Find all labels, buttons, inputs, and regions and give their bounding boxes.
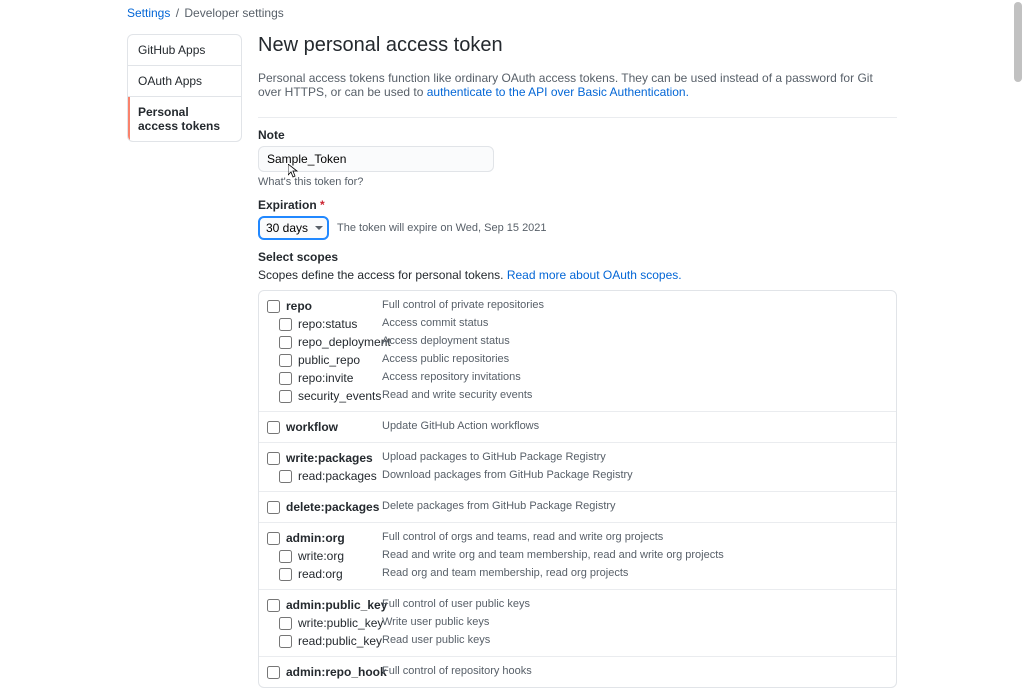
sidebar-item-github-apps[interactable]: GitHub Apps (128, 35, 241, 66)
scope-name: read:org (298, 567, 382, 581)
scope-desc: Full control of private repositories (382, 299, 544, 311)
note-label: Note (258, 128, 897, 142)
scope-checkbox[interactable] (279, 372, 292, 385)
scope-desc: Full control of user public keys (382, 598, 530, 610)
scope-name: repo:invite (298, 371, 382, 385)
scope-desc: Read org and team membership, read org p… (382, 567, 628, 579)
scope-checkbox[interactable] (279, 318, 292, 331)
scope-checkbox[interactable] (267, 300, 280, 313)
scope-checkbox[interactable] (279, 354, 292, 367)
scope-name: repo (286, 299, 382, 313)
breadcrumb-separator: / (176, 6, 179, 20)
scope-name: workflow (286, 420, 382, 434)
intro-text: Personal access tokens function like ord… (258, 71, 897, 99)
scrollbar-thumb[interactable] (1014, 2, 1022, 82)
scope-name: delete:packages (286, 500, 382, 514)
scope-checkbox[interactable] (267, 501, 280, 514)
scope-desc: Write user public keys (382, 616, 489, 628)
scope-checkbox[interactable] (267, 666, 280, 679)
note-input[interactable] (258, 146, 494, 172)
page-title: New personal access token (258, 34, 897, 57)
scope-name: repo_deployment (298, 335, 382, 349)
scope-desc: Full control of orgs and teams, read and… (382, 531, 663, 543)
scope-name: admin:org (286, 531, 382, 545)
breadcrumb-settings-link[interactable]: Settings (127, 6, 170, 20)
scope-checkbox[interactable] (267, 532, 280, 545)
scope-checkbox[interactable] (279, 568, 292, 581)
sidebar-item-oauth-apps[interactable]: OAuth Apps (128, 66, 241, 97)
scopes-list: repoFull control of private repositories… (258, 290, 897, 688)
scope-checkbox[interactable] (279, 470, 292, 483)
scope-checkbox[interactable] (279, 617, 292, 630)
scopes-heading: Select scopes (258, 250, 897, 264)
scope-checkbox[interactable] (267, 599, 280, 612)
expiration-select[interactable]: 30 days (258, 216, 329, 240)
scope-checkbox[interactable] (267, 452, 280, 465)
required-asterisk: * (320, 198, 325, 212)
scope-name: security_events (298, 389, 382, 403)
scope-desc: Read and write org and team membership, … (382, 549, 724, 561)
scope-name: admin:public_key (286, 598, 382, 612)
expiration-label: Expiration * (258, 198, 897, 212)
scope-desc: Upload packages to GitHub Package Regist… (382, 451, 606, 463)
intro-auth-link[interactable]: authenticate to the API over Basic Authe… (427, 85, 689, 99)
scope-desc: Full control of repository hooks (382, 665, 532, 677)
sidebar-item-personal-access-tokens[interactable]: Personal access tokens (128, 97, 241, 141)
scope-desc: Access commit status (382, 317, 488, 329)
scopes-learn-more-link[interactable]: Read more about OAuth scopes. (507, 268, 682, 282)
scope-checkbox[interactable] (279, 550, 292, 563)
scope-name: write:org (298, 549, 382, 563)
scope-desc: Access deployment status (382, 335, 510, 347)
scope-desc: Access repository invitations (382, 371, 521, 383)
scope-checkbox[interactable] (279, 336, 292, 349)
scope-desc: Update GitHub Action workflows (382, 420, 539, 432)
scope-checkbox[interactable] (279, 390, 292, 403)
scope-checkbox[interactable] (267, 421, 280, 434)
breadcrumb-current: Developer settings (184, 6, 283, 20)
scopes-description: Scopes define the access for personal to… (258, 268, 897, 282)
scope-name: admin:repo_hook (286, 665, 382, 679)
scope-name: write:public_key (298, 616, 382, 630)
scope-desc: Read and write security events (382, 389, 532, 401)
scope-desc: Download packages from GitHub Package Re… (382, 469, 633, 481)
expiration-hint: The token will expire on Wed, Sep 15 202… (337, 222, 547, 234)
scope-name: read:packages (298, 469, 382, 483)
scope-desc: Access public repositories (382, 353, 509, 365)
breadcrumb: Settings / Developer settings (127, 6, 897, 34)
note-hint: What's this token for? (258, 176, 897, 188)
scope-name: repo:status (298, 317, 382, 331)
scope-name: public_repo (298, 353, 382, 367)
sidebar-menu: GitHub Apps OAuth Apps Personal access t… (127, 34, 242, 142)
scope-name: read:public_key (298, 634, 382, 648)
scope-desc: Read user public keys (382, 634, 490, 646)
scope-name: write:packages (286, 451, 382, 465)
scope-checkbox[interactable] (279, 635, 292, 648)
